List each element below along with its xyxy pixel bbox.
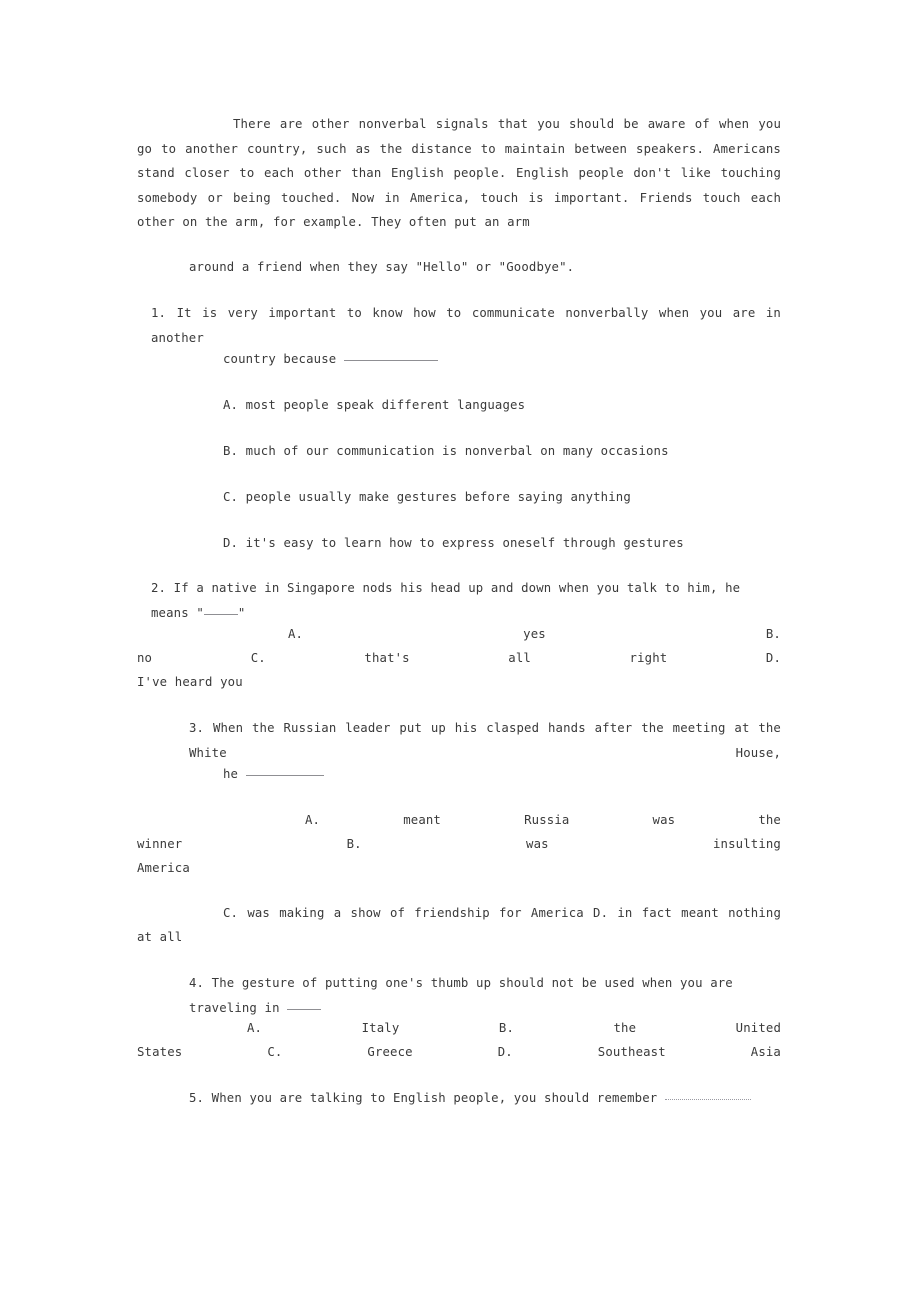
question-3-options-row-5[interactable]: at all (137, 925, 781, 950)
option-c: C. Greece (267, 1045, 413, 1059)
option-letter-b: B. (498, 1021, 514, 1035)
option-letter-a: A. (288, 627, 304, 641)
passage-paragraph-1: There are other nonverbal signals that y… (137, 112, 781, 235)
option-letter: B. (223, 444, 239, 458)
question-1-stem-continuation: country because (223, 352, 337, 366)
option-text-b: no (137, 651, 153, 665)
question-1-option-c[interactable]: C. people usually make gestures before s… (137, 485, 781, 510)
question-4-number: 4. (189, 976, 205, 990)
option-word: was (652, 813, 676, 827)
question-3-number: 3. (189, 721, 205, 735)
passage-paragraph-2-text: around a friend when they say "Hello" or… (189, 260, 575, 274)
question-2-stem: 2. If a native in Singapore nods his hea… (137, 576, 781, 625)
question-1-option-d[interactable]: D. it's easy to learn how to express one… (137, 531, 781, 556)
question-5-stem: 5. When you are talking to English peopl… (137, 1086, 781, 1111)
question-1-option-a[interactable]: A. most people speak different languages (137, 393, 781, 418)
question-1-option-b[interactable]: B. much of our communication is nonverba… (137, 439, 781, 464)
option-word: insulting (713, 837, 781, 851)
option-d: D. in fact meant nothing (593, 906, 782, 920)
answer-blank-q2[interactable] (203, 613, 238, 615)
question-3-stem-continuation: he (223, 767, 239, 781)
option-word: Russia (524, 813, 570, 827)
question-2-options-row-1[interactable]: A. yes B. (137, 622, 781, 647)
option-d: D. Southeast Asia (497, 1045, 781, 1059)
question-3-options-row-1[interactable]: A. meant Russia was the (137, 808, 781, 833)
question-3-stem-line-2: he (137, 762, 781, 787)
option-letter-b: B. (765, 627, 781, 641)
question-4-options-row-2[interactable]: States C. Greece D. Southeast Asia (137, 1040, 781, 1065)
option-text: people usually make gestures before sayi… (245, 490, 631, 504)
option-text-a: yes (523, 627, 546, 641)
question-5-number: 5. (189, 1091, 205, 1105)
option-word: United (735, 1021, 781, 1035)
question-3-options-row-2[interactable]: winner B. was insulting (137, 832, 781, 857)
option-letter: A. (223, 398, 239, 412)
option-text: much of our communication is nonverbal o… (245, 444, 669, 458)
option-c: C. was making a show of friendship for A… (223, 906, 584, 920)
option-letter-b: B. (346, 837, 362, 851)
question-2-options-row-2[interactable]: no C. that's all right D. (137, 646, 781, 671)
option-text-a-tail: winner (137, 837, 183, 851)
passage-paragraph-2: around a friend when they say "Hello" or… (137, 255, 781, 280)
answer-blank-q3[interactable] (245, 775, 324, 776)
question-1-number: 1. (151, 306, 167, 320)
question-3-options-row-3[interactable]: America (137, 856, 781, 881)
question-1-stem-line-2: country because (137, 347, 781, 372)
question-4-stem: 4. The gesture of putting one's thumb up… (137, 971, 781, 1020)
answer-blank-q1[interactable] (343, 360, 438, 361)
option-word: the (758, 813, 781, 827)
question-1-stem-text: It is very important to know how to comm… (151, 306, 781, 345)
option-text-b-tail: America (137, 861, 190, 875)
question-1: 1. It is very important to know how to c… (137, 301, 781, 350)
option-letter: D. (223, 536, 239, 550)
question-3-stem-line-1: 3. When the Russian leader put up his cl… (137, 716, 781, 765)
question-3-stem-text: When the Russian leader put up his clasp… (189, 721, 781, 760)
option-letter-d: D. (765, 651, 782, 665)
question-2-number: 2. (151, 581, 167, 595)
option-text-a: Italy (361, 1021, 400, 1035)
question-3-options-row-4[interactable]: C. was making a show of friendship for A… (137, 901, 781, 926)
option-letter-a: A. (305, 813, 321, 827)
question-2-options-row-3[interactable]: I've heard you (137, 670, 781, 695)
quote-close: " (237, 605, 246, 620)
option-text-d-tail: at all (137, 930, 183, 944)
option-text: most people speak different languages (245, 398, 526, 412)
option-text-d: I've heard you (137, 675, 243, 689)
option-c: C. that's all right (250, 651, 668, 665)
option-text-b-tail: States (137, 1045, 183, 1059)
option-text: it's easy to learn how to express onesel… (245, 536, 684, 550)
option-word: meant (403, 813, 441, 827)
option-letter: C. (223, 490, 239, 504)
passage-paragraph-1-text: There are other nonverbal signals that y… (137, 117, 781, 229)
answer-blank-q4[interactable] (287, 1008, 322, 1010)
answer-blank-q5[interactable] (664, 1099, 751, 1100)
option-word: the (613, 1021, 637, 1035)
question-1-stem-line-1: 1. It is very important to know how to c… (137, 301, 781, 350)
option-letter-a: A. (247, 1021, 263, 1035)
question-5-stem-text: When you are talking to English people, … (211, 1091, 658, 1105)
quote-open: " (196, 605, 204, 620)
option-word: was (526, 837, 549, 851)
question-4-stem-text: The gesture of putting one's thumb up sh… (189, 976, 733, 1015)
question-4-options-row-1[interactable]: A. Italy B. the United (137, 1016, 781, 1041)
